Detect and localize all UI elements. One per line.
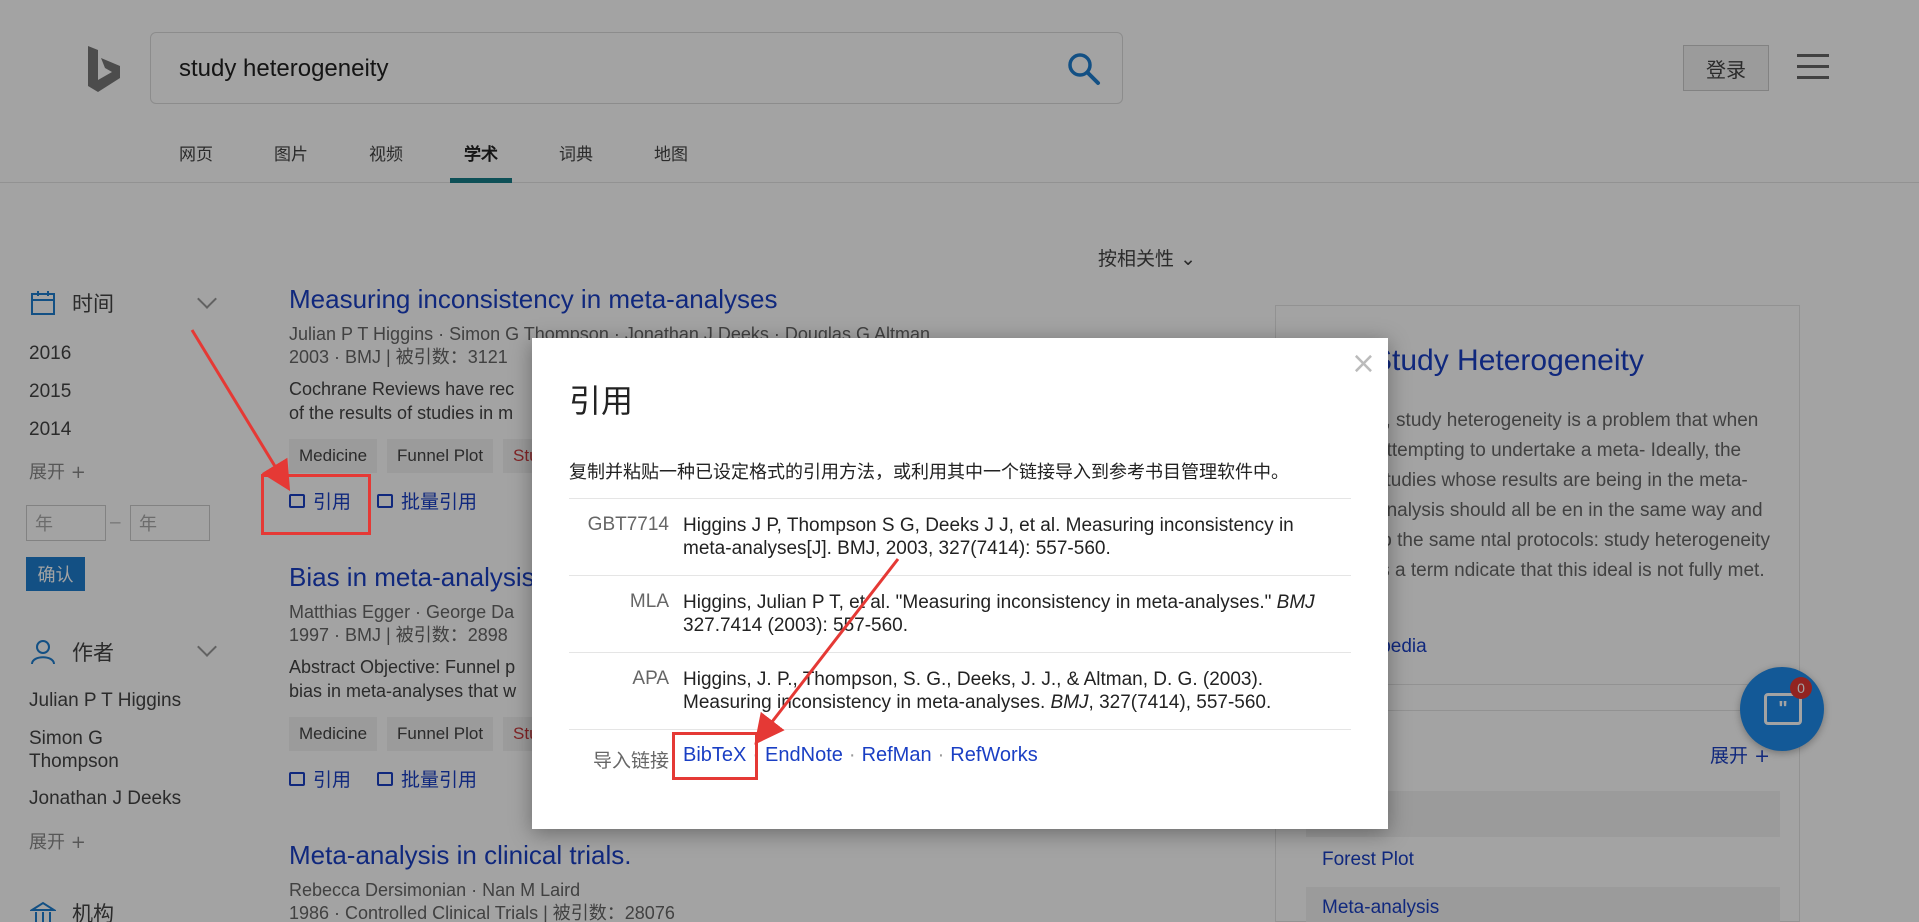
cite-modal: × 引用 复制并粘贴一种已设定格式的引用方法，或利用其中一个链接导入到参考书目管… [532,338,1388,829]
endnote-link[interactable]: EndNote [765,744,843,766]
annotation-box-bibtex [672,732,758,780]
citation-row-gbt7714: GBT7714 Higgins J P, Thompson S G, Deeks… [569,498,1351,575]
modal-description: 复制并粘贴一种已设定格式的引用方法，或利用其中一个链接导入到参考书目管理软件中。 [569,462,1289,483]
citation-label: GBT7714 [587,514,669,535]
citation-text[interactable]: Higgins, Julian P T, et al. "Measuring i… [683,591,1343,637]
refworks-link[interactable]: RefWorks [950,744,1037,766]
modal-title: 引用 [569,382,634,420]
citation-row-apa: APA Higgins, J. P., Thompson, S. G., Dee… [569,652,1351,729]
citation-label: APA [632,668,669,689]
citation-text[interactable]: Higgins, J. P., Thompson, S. G., Deeks, … [683,668,1343,714]
close-icon[interactable]: × [1351,346,1376,381]
annotation-box-cite [261,474,371,535]
citation-text[interactable]: Higgins J P, Thompson S G, Deeks J J, et… [683,514,1343,560]
import-label: 导入链接 [592,750,669,772]
refman-link[interactable]: RefMan [862,744,932,766]
citation-row-mla: MLA Higgins, Julian P T, et al. "Measuri… [569,575,1351,652]
citation-label: MLA [629,591,669,612]
